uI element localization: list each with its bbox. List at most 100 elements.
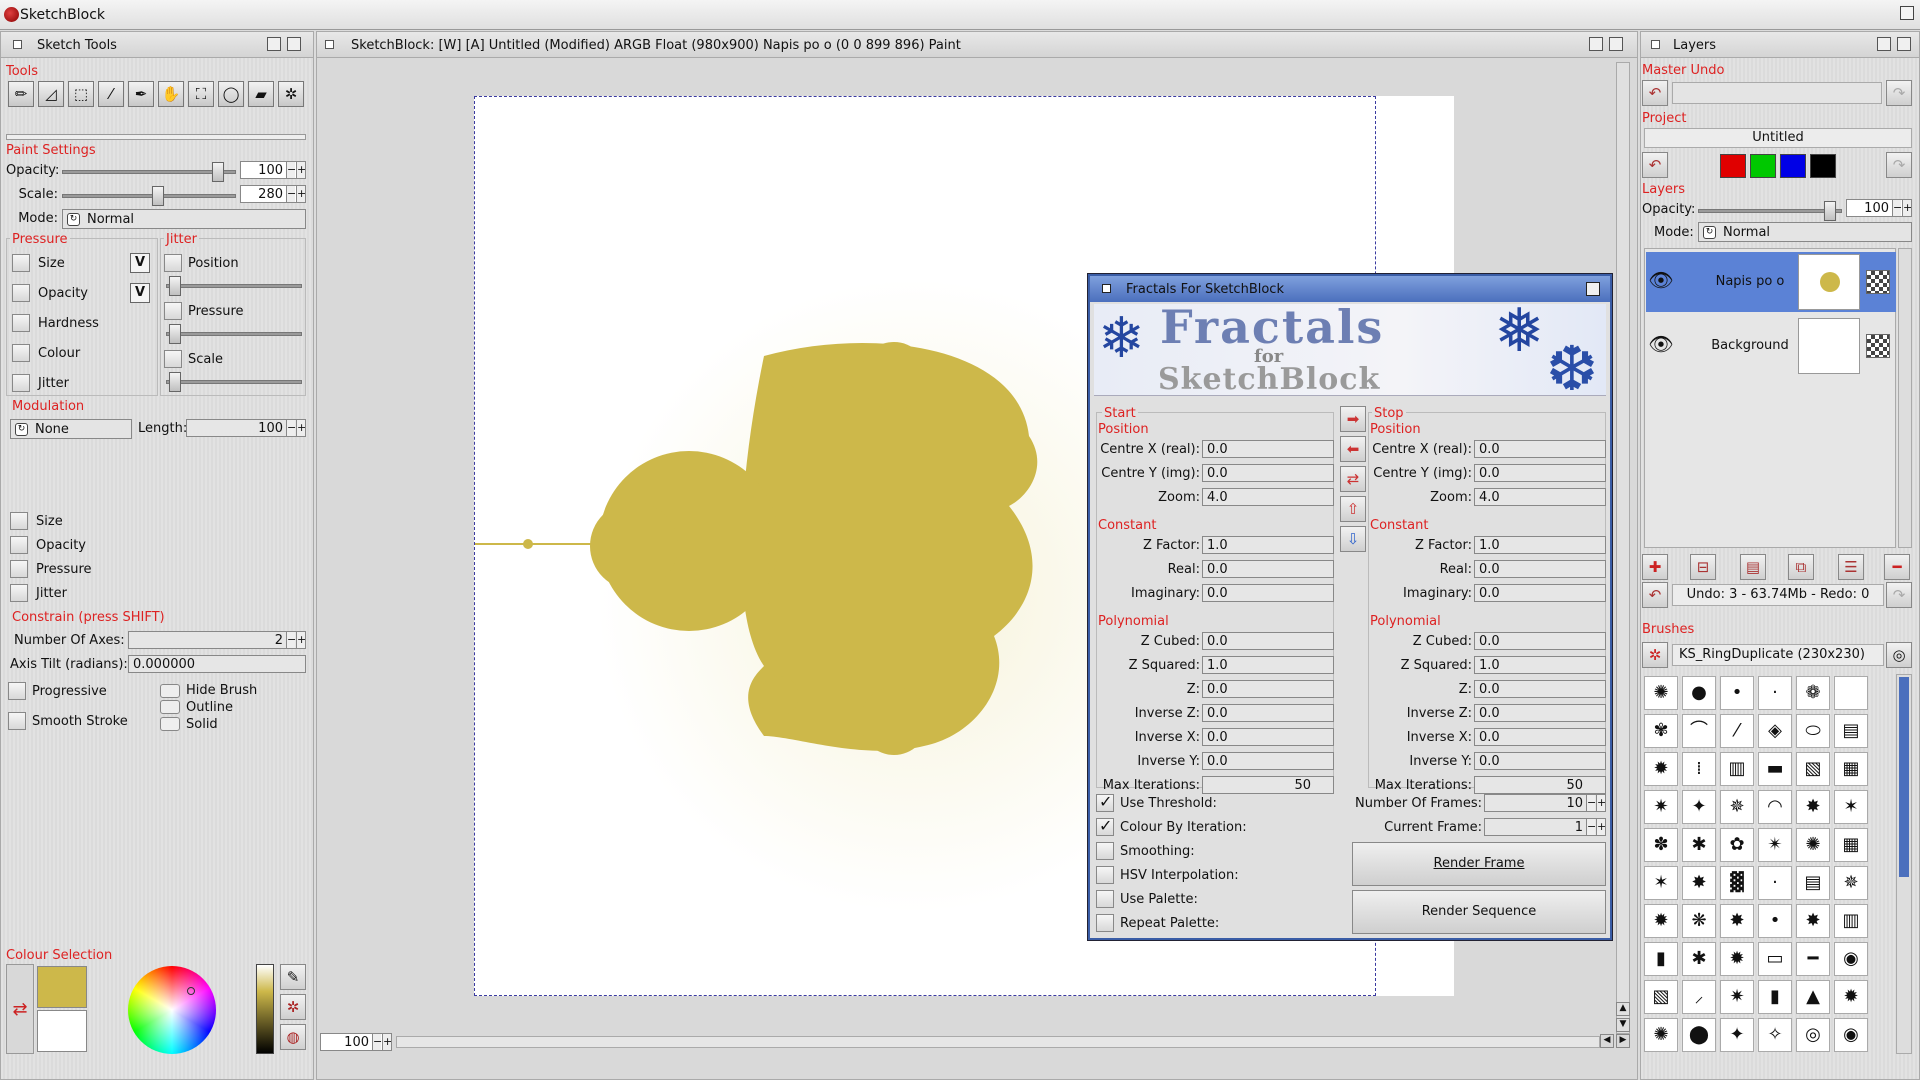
opacity-increment[interactable]: +: [296, 162, 305, 178]
brush-preset[interactable]: ▲: [1796, 980, 1830, 1014]
panel-menu-icon[interactable]: [325, 40, 334, 49]
use-threshold-checkbox[interactable]: [1096, 792, 1114, 812]
palette-icon[interactable]: ◍: [280, 1024, 306, 1050]
brush-preset[interactable]: ✿: [1720, 828, 1754, 862]
delete-layer-icon[interactable]: ━: [1884, 554, 1910, 580]
project-colour-swatch[interactable]: [1780, 154, 1806, 178]
brush-preset[interactable]: ✶: [1834, 790, 1868, 824]
brush-preset[interactable]: ✽: [1644, 828, 1678, 862]
scroll-down-icon[interactable]: ▼: [1616, 1018, 1630, 1032]
scale-decrement[interactable]: −: [286, 186, 296, 202]
brush-preset[interactable]: •: [1720, 676, 1754, 710]
inverse-y-start-input[interactable]: 0.0: [1202, 752, 1334, 770]
layer-redo-icon[interactable]: ↷: [1886, 582, 1912, 608]
layer-opacity-slider[interactable]: [1698, 201, 1842, 221]
centre-y-img-start-input[interactable]: 0.0: [1202, 464, 1334, 482]
jitter-scale-thumb[interactable]: [169, 372, 181, 392]
max-iterations-stop-input[interactable]: 50: [1474, 776, 1606, 794]
brush-preset[interactable]: ◈: [1758, 714, 1792, 748]
scroll-up-icon[interactable]: ▲: [1616, 1002, 1630, 1016]
brush-preset[interactable]: ▬: [1758, 752, 1792, 786]
ruler-icon[interactable]: ◿: [38, 81, 64, 107]
brush-preset[interactable]: ▤: [1796, 866, 1830, 900]
flatten-layers-icon[interactable]: ☰: [1838, 554, 1864, 580]
float-panel-icon[interactable]: [1589, 37, 1603, 51]
real-stop-input[interactable]: 0.0: [1474, 560, 1606, 578]
brush-preset[interactable]: ✺: [1796, 828, 1830, 862]
colour-wheel[interactable]: [128, 966, 216, 1054]
brush-preset[interactable]: ✦: [1682, 790, 1716, 824]
brush-preset[interactable]: ✸: [1796, 904, 1830, 938]
hide-brush-checkbox[interactable]: [160, 684, 180, 698]
brush-preset[interactable]: ━: [1796, 942, 1830, 976]
visibility-eye-icon[interactable]: 👁: [1648, 268, 1674, 292]
repeat-palette-checkbox[interactable]: [1096, 914, 1114, 932]
inverse-x-start-input[interactable]: 0.0: [1202, 728, 1334, 746]
secondary-colour-swatch[interactable]: [37, 1010, 87, 1052]
brush-preset[interactable]: ◉: [1834, 1018, 1868, 1052]
z-squared-stop-input[interactable]: 1.0: [1474, 656, 1606, 674]
brush-preset[interactable]: ✸: [1796, 790, 1830, 824]
current-frame-increment[interactable]: +: [1596, 819, 1605, 835]
brush-preset[interactable]: ▮: [1644, 942, 1678, 976]
pressure-size-checkbox[interactable]: [12, 254, 30, 272]
jitter-scale-slider[interactable]: [166, 372, 302, 392]
load-preset-icon[interactable]: ⇧: [1340, 496, 1366, 522]
project-colour-swatch[interactable]: [1750, 154, 1776, 178]
brush-preset[interactable]: ▭: [1758, 942, 1792, 976]
brush-preset[interactable]: ✺: [1644, 676, 1678, 710]
opacity-input[interactable]: 100− +: [240, 161, 306, 179]
z-cubed-stop-input[interactable]: 0.0: [1474, 632, 1606, 650]
brush-preset[interactable]: ✷: [1644, 790, 1678, 824]
inverse-y-stop-input[interactable]: 0.0: [1474, 752, 1606, 770]
brush-settings-icon[interactable]: ✲: [1642, 642, 1668, 668]
brush-preset[interactable]: ✺: [1644, 1018, 1678, 1052]
zoom-start-input[interactable]: 4.0: [1202, 488, 1334, 506]
brush-preset[interactable]: ✸: [1682, 866, 1716, 900]
brush-preset[interactable]: ▤: [1834, 714, 1868, 748]
length-increment[interactable]: +: [296, 420, 305, 436]
smooth-stroke-checkbox[interactable]: [8, 712, 26, 730]
brush-preset[interactable]: ⌒: [1682, 714, 1716, 748]
brush-preset[interactable]: ⸝: [1682, 980, 1716, 1014]
brush-preset[interactable]: ◉: [1834, 942, 1868, 976]
detach-panel-icon[interactable]: [1609, 37, 1623, 51]
z-factor-start-input[interactable]: 1.0: [1202, 536, 1334, 554]
length-decrement[interactable]: −: [286, 420, 296, 436]
brush-preset[interactable]: ▦: [1834, 828, 1868, 862]
colour-picker-icon[interactable]: ✎: [280, 964, 306, 990]
project-redo-icon[interactable]: ↷: [1886, 152, 1912, 178]
pressure-jitter-checkbox[interactable]: [12, 374, 30, 392]
centre-y-img-stop-input[interactable]: 0.0: [1474, 464, 1606, 482]
brush-preset[interactable]: ◠: [1758, 790, 1792, 824]
detach-panel-icon[interactable]: [1897, 37, 1911, 51]
axes-increment[interactable]: +: [296, 632, 305, 648]
layer-mode-select[interactable]: ↻ Normal: [1698, 222, 1912, 242]
master-redo-icon[interactable]: ↷: [1886, 80, 1912, 106]
brush-grid-scrollbar[interactable]: [1896, 674, 1912, 1054]
colour-by-iteration-checkbox[interactable]: [1096, 816, 1114, 836]
modulation-opacity-checkbox[interactable]: [10, 536, 28, 554]
swap-start-stop-icon[interactable]: ⇄: [1340, 466, 1366, 492]
eraser-icon[interactable]: ▰: [248, 81, 274, 107]
brush-preset[interactable]: ✦: [1720, 1018, 1754, 1052]
pencil-icon[interactable]: ✏: [8, 81, 34, 107]
current-frame-decrement[interactable]: −: [1586, 819, 1596, 835]
frames-increment[interactable]: +: [1596, 795, 1605, 811]
use-palette-checkbox[interactable]: [1096, 890, 1114, 908]
hsv-interpolation-checkbox[interactable]: [1096, 866, 1114, 884]
brush-preset[interactable]: ⬤: [1682, 1018, 1716, 1052]
project-colour-swatch[interactable]: [1810, 154, 1836, 178]
brush-preset[interactable]: ✵: [1834, 866, 1868, 900]
layer-list-scrollbar[interactable]: [1898, 248, 1912, 548]
z-start-input[interactable]: 0.0: [1202, 680, 1334, 698]
render-sequence-button[interactable]: Render Sequence: [1352, 890, 1606, 934]
brush-preset[interactable]: ✱: [1682, 942, 1716, 976]
brush-preset[interactable]: ▧: [1644, 980, 1678, 1014]
jitter-position-checkbox[interactable]: [164, 254, 182, 272]
brush-preset[interactable]: ✸: [1720, 904, 1754, 938]
modulation-size-checkbox[interactable]: [10, 512, 28, 530]
pressure-colour-checkbox[interactable]: [12, 344, 30, 362]
visibility-eye-icon[interactable]: 👁: [1648, 332, 1674, 356]
render-frame-button[interactable]: Render Frame: [1352, 842, 1606, 886]
